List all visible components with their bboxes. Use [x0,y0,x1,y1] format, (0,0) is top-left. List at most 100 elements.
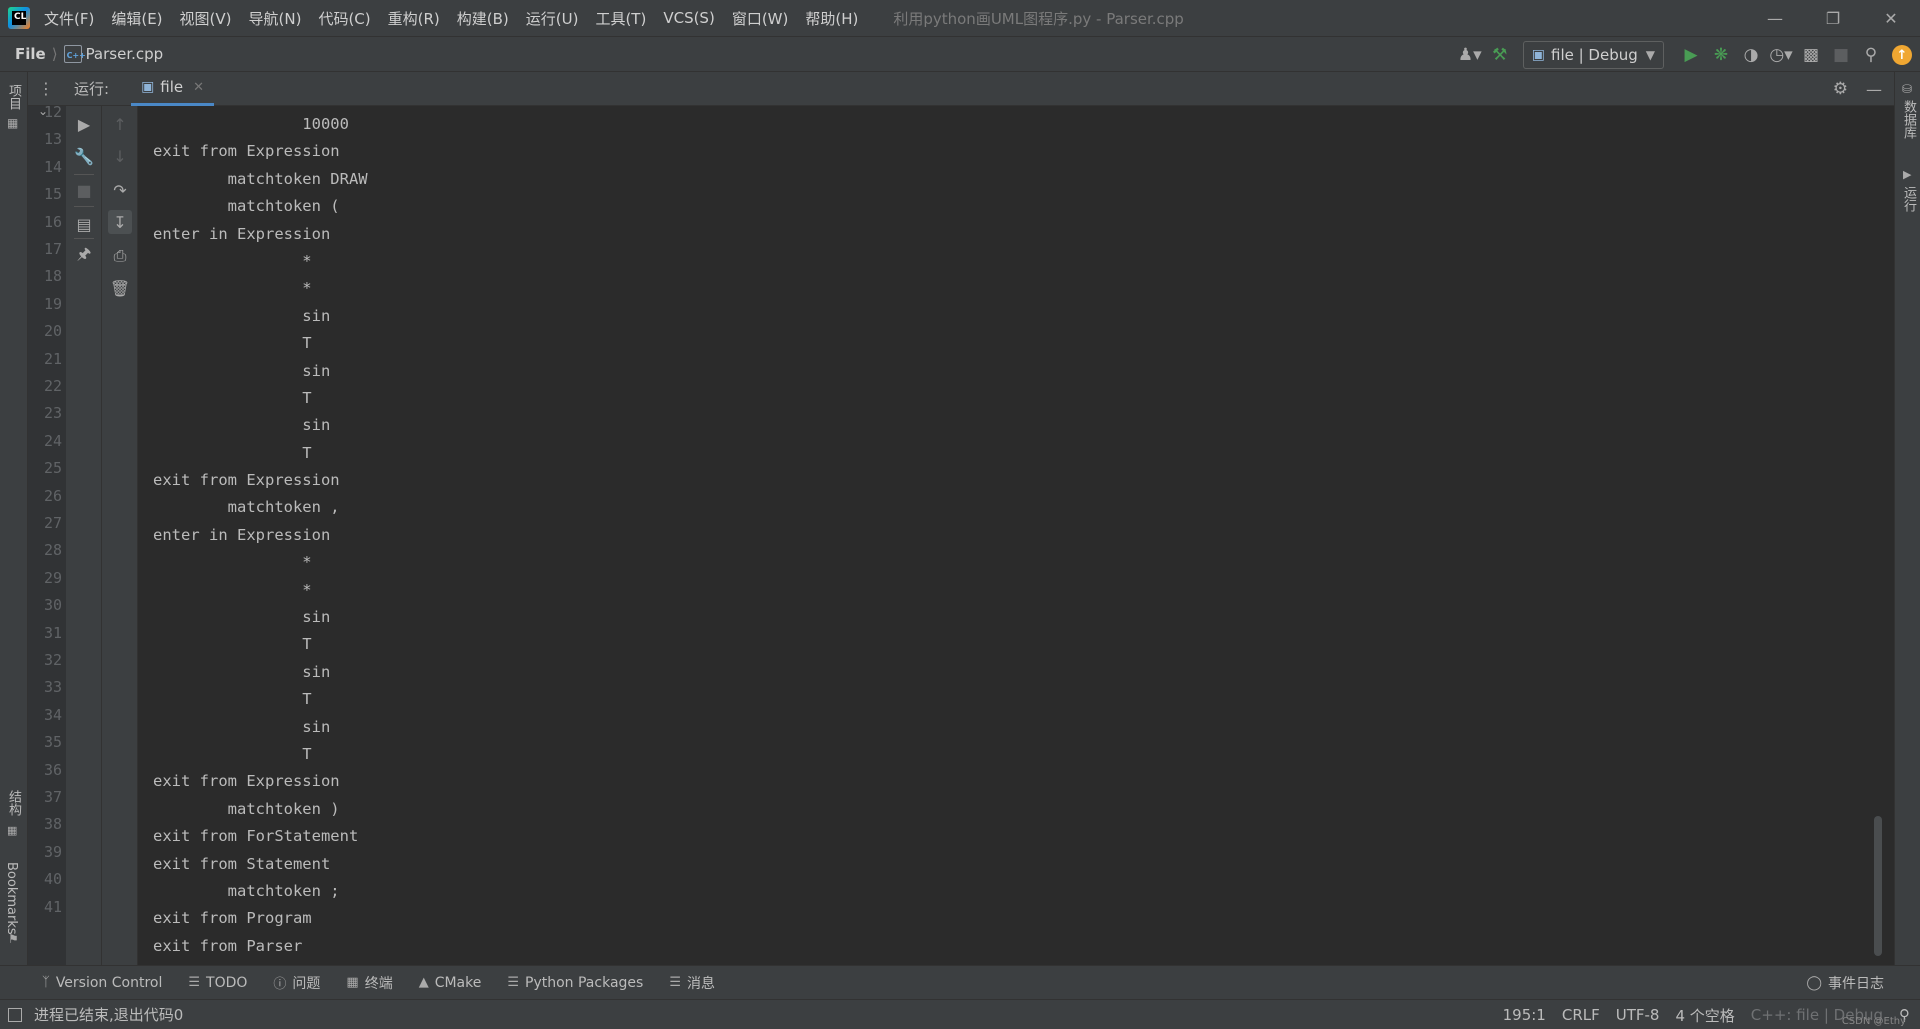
breadcrumb-project[interactable]: File [15,45,46,63]
pin-tab-icon[interactable]: 🖈 [72,244,96,268]
tab-cmake[interactable]: ▲ CMake [419,975,482,991]
menu-file[interactable]: 文件(F) [44,8,94,29]
line-number: 16 [43,212,62,231]
user-account-icon[interactable]: ♟▾ [1455,40,1485,70]
toggle-tool-windows-icon[interactable] [8,1007,22,1022]
project-tool-tab[interactable]: 项目 [4,84,23,110]
structure-tool-tab[interactable]: 结构 [4,790,23,816]
breadcrumb-file[interactable]: Parser.cpp [86,45,164,63]
menu-help[interactable]: 帮助(H) [805,8,858,29]
cpp-file-icon: C++ [63,45,86,63]
profiler-icon[interactable]: ◷▾ [1766,40,1796,70]
search-icon[interactable]: ⚲ [1856,40,1886,70]
run-configuration-selector[interactable]: ▣ file | Debug ▼ [1522,41,1664,69]
update-icon[interactable]: ↑ [1892,45,1912,65]
menu-vcs[interactable]: VCS(S) [663,9,714,27]
database-tool-tab[interactable]: 数据库 [1899,100,1918,139]
arrow-down-icon[interactable]: ↓ [108,144,132,168]
console-line: exit from Expression [153,142,340,161]
menu-build[interactable]: 构建(B) [457,8,509,29]
window-title: 利用python画UML图程序.py - Parser.cpp [893,9,1184,28]
console-line: sin [153,608,331,627]
window-controls: — ❐ ✕ [1746,0,1920,36]
minimize-icon[interactable]: — [1746,0,1804,36]
menu-view[interactable]: 视图(V) [180,8,232,29]
run-tab-file[interactable]: ▣ file ✕ [131,72,215,106]
stop-process-icon[interactable]: ■ [72,178,96,202]
menu-navigate[interactable]: 导航(N) [249,8,302,29]
stop-icon[interactable]: ■ [1826,40,1856,70]
run-tool-tab[interactable]: 运行 [1899,186,1918,212]
structure-icon: ▦ [7,824,18,837]
menu-window[interactable]: 窗口(W) [732,8,789,29]
gear-icon[interactable]: ⚙ [1833,79,1848,99]
hide-panel-icon[interactable]: — [1866,80,1882,99]
console-line: exit from Parser [153,936,303,955]
file-encoding[interactable]: UTF-8 [1616,1006,1660,1024]
console-line: exit from Expression [153,772,340,791]
console-scrollbar[interactable] [1874,816,1882,956]
menu-run[interactable]: 运行(U) [526,8,579,29]
console-line: matchtoken , [153,498,340,517]
status-message: 进程已结束,退出代码0 [34,1006,184,1024]
scroll-to-end-icon[interactable]: ↧ [108,210,132,234]
edit-configuration-wrench-icon[interactable]: 🔧 [72,144,96,168]
line-number: 27 [43,514,62,532]
soft-wrap-icon[interactable]: ↷ [108,178,132,202]
run-icon[interactable]: ▶ [1676,40,1706,70]
database-icon: ⛁ [1902,82,1913,96]
build-hammer-icon[interactable]: ⚒ [1485,40,1515,70]
console-line: matchtoken DRAW [153,169,368,188]
menu-tools[interactable]: 工具(T) [595,8,646,29]
run-panel-label: 运行: [74,80,110,98]
tab-todo[interactable]: ☰ TODO [188,975,247,991]
tab-terminal[interactable]: ▦ 终端 [346,973,392,993]
rerun-icon[interactable]: ▶ [72,112,96,136]
trash-icon[interactable]: 🗑 [108,276,132,300]
restore-icon[interactable]: ❐ [1804,0,1862,36]
watermark: CSDN @Ethy [1841,1016,1906,1027]
tab-messages[interactable]: ☰ 消息 [669,973,715,993]
indent-setting[interactable]: 4 个空格 [1675,1005,1734,1026]
console-actions-toolbar: ↑ ↓ ↷ ↧ ⎙ 🗑 [102,106,138,965]
layout-icon[interactable]: ▤ [72,212,96,236]
caret-position[interactable]: 195:1 [1503,1006,1546,1024]
main-toolbar: ♟▾ ⚒ ▣ file | Debug ▼ ▶ ❋ ◑ ◷▾ ▩ ■ ⚲ ↑ [1455,37,1920,73]
line-number: 25 [43,459,62,478]
tab-version-control[interactable]: ᛉ Version Control [42,975,162,991]
arrow-up-icon[interactable]: ↑ [108,112,132,136]
console-line: sin [153,416,331,435]
line-number: 34 [43,705,62,724]
console-line: exit from Statement [153,854,331,873]
console-line: exit from Expression [153,471,340,490]
menu-edit[interactable]: 编辑(E) [111,8,162,29]
coverage-icon[interactable]: ◑ [1736,40,1766,70]
line-separator[interactable]: CRLF [1562,1006,1600,1024]
menu-refactor[interactable]: 重构(R) [388,8,440,29]
line-number: 41 [43,897,62,916]
tab-event-log[interactable]: ◯ 事件日志 [1806,966,1884,1000]
console-line: enter in Expression [153,525,331,544]
line-number: 28 [43,541,62,560]
left-tool-strip: 项目 ▦ 结构 ▦ Bookmarks ⚑ [0,72,28,965]
console-line: * [153,580,312,599]
close-tab-icon[interactable]: ✕ [193,80,204,95]
close-icon[interactable]: ✕ [1862,0,1920,36]
menu-code[interactable]: 代码(C) [318,8,370,29]
status-bar: 进程已结束,退出代码0 195:1 CRLF UTF-8 4 个空格 C++: … [0,999,1920,1029]
console-output[interactable]: 10000 exit from Expression matchtoken DRA… [138,106,1894,965]
tab-python-packages[interactable]: ☰ Python Packages [507,975,643,991]
tab-problems[interactable]: ⓘ 问题 [273,973,320,993]
chevron-down-icon: ▼ [1645,48,1655,62]
console-line: T [153,744,312,763]
line-number: 13 [43,130,62,149]
print-icon[interactable]: ⎙ [108,244,132,268]
bookmarks-tool-tab[interactable]: Bookmarks [4,862,19,935]
attach-process-icon[interactable]: ▩ [1796,40,1826,70]
console-line: T [153,334,312,353]
run-tool-icon: ▶ [1903,168,1912,181]
line-number: 40 [43,870,62,889]
options-menu-icon[interactable]: ⋮ [38,79,54,98]
event-log-bubble-icon: ◯ [1806,975,1822,991]
debug-bug-icon[interactable]: ❋ [1706,40,1736,70]
